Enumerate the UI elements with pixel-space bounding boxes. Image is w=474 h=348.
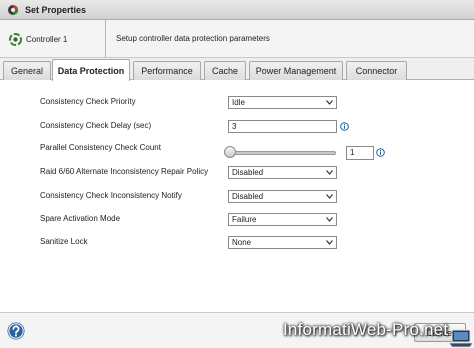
controller-label: Controller 1 (26, 34, 68, 44)
chevron-down-icon (326, 217, 333, 222)
sanitize-value: None (232, 238, 252, 247)
parallel-cc-input[interactable]: 1 (346, 146, 374, 160)
settings-app-icon (8, 4, 18, 15)
data-protection-panel: Consistency Check Priority Idle Consiste… (0, 80, 474, 312)
header-description: Setup controller data protection paramet… (116, 34, 270, 43)
tab-data-protection[interactable]: Data Protection (52, 59, 130, 81)
cc-priority-label: Consistency Check Priority (40, 97, 136, 106)
controller-selector: Controller 1 (0, 20, 106, 58)
tab-performance[interactable]: Performance (133, 61, 201, 80)
cc-notify-select[interactable]: Disabled (228, 190, 337, 203)
raid-policy-select[interactable]: Disabled (228, 166, 337, 179)
laptop-logo-icon (449, 329, 473, 348)
title-bar: Set Properties (0, 0, 474, 20)
chevron-down-icon (326, 194, 333, 199)
spare-mode-label: Spare Activation Mode (40, 214, 121, 223)
tab-bar: General Data Protection Performance Cach… (0, 58, 474, 81)
sanitize-select[interactable]: None (228, 236, 337, 249)
cc-priority-select[interactable]: Idle (228, 96, 337, 109)
watermark-text: InformatiWeb-Pro.net (283, 320, 449, 339)
tab-connector[interactable]: Connector (346, 61, 407, 80)
raid-policy-label: Raid 6/60 Alternate Inconsistency Repair… (40, 167, 209, 176)
chevron-down-icon (326, 100, 333, 105)
chevron-down-icon (326, 170, 333, 175)
sanitize-label: Sanitize Lock (40, 237, 88, 246)
cc-priority-value: Idle (232, 98, 245, 107)
parallel-cc-slider-track[interactable] (230, 151, 336, 155)
tab-cache[interactable]: Cache (204, 61, 246, 80)
info-icon[interactable] (376, 148, 385, 157)
cc-delay-input[interactable]: 3 (228, 120, 337, 133)
cc-notify-label: Consistency Check Inconsistency Notify (40, 191, 182, 200)
cc-notify-value: Disabled (232, 192, 264, 201)
dialog-header: Controller 1 Setup controller data prote… (0, 20, 474, 58)
tab-general[interactable]: General (3, 61, 51, 80)
spare-mode-select[interactable]: Failure (228, 213, 337, 226)
raid-policy-value: Disabled (232, 168, 264, 177)
cc-delay-label: Consistency Check Delay (sec) (40, 121, 152, 130)
info-icon[interactable] (340, 122, 349, 131)
parallel-cc-slider-thumb[interactable] (224, 146, 236, 158)
tab-power-management[interactable]: Power Management (249, 61, 343, 80)
controller-icon (9, 32, 22, 46)
parallel-cc-label: Parallel Consistency Check Count (40, 143, 161, 152)
spare-mode-value: Failure (232, 215, 257, 224)
help-icon[interactable] (7, 322, 25, 340)
window-title: Set Properties (25, 4, 87, 15)
chevron-down-icon (326, 240, 333, 245)
